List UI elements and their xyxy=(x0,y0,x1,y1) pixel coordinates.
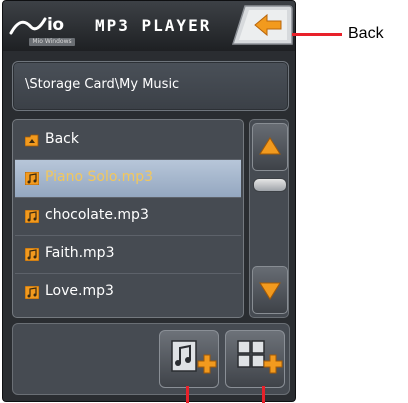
add-playlist-callout-line xyxy=(262,386,265,403)
list-item[interactable]: chocolate.mp3 xyxy=(15,198,241,236)
mio-logo: io Mio Windows xyxy=(9,9,79,46)
list-item-label: chocolate.mp3 xyxy=(45,207,149,223)
music-file-icon xyxy=(25,172,39,185)
list-item-label: Back xyxy=(45,131,79,147)
scrollbar[interactable] xyxy=(249,119,289,318)
bottom-toolbar xyxy=(12,323,290,395)
current-path-display: \Storage Card\My Music xyxy=(12,61,289,111)
back-callout-label: Back xyxy=(348,25,384,42)
current-path-text: \Storage Card\My Music xyxy=(25,77,180,92)
folder-up-icon xyxy=(25,134,39,147)
logo-swoosh-icon xyxy=(9,17,47,35)
page-title: MP3 PLAYER xyxy=(95,16,212,35)
back-arrow-icon xyxy=(231,5,293,45)
music-file-icon xyxy=(25,248,39,261)
scroll-up-button[interactable] xyxy=(252,123,288,171)
arrow-down-icon xyxy=(259,282,281,300)
add-song-button[interactable] xyxy=(159,330,219,388)
list-item[interactable]: Love.mp3 xyxy=(15,274,241,311)
list-item-back[interactable]: Back xyxy=(15,122,241,160)
add-playlist-button[interactable] xyxy=(225,330,285,388)
file-list: Back Piano Solo.mp3 chocolate.mp3 Faith.… xyxy=(12,119,244,318)
music-file-icon xyxy=(25,286,39,299)
add-playlist-icon xyxy=(237,340,283,374)
list-item-label: Faith.mp3 xyxy=(45,245,115,261)
add-song-icon xyxy=(171,340,217,374)
header-bar: io Mio Windows MP3 PLAYER xyxy=(3,1,295,51)
music-file-icon xyxy=(25,210,39,223)
arrow-up-icon xyxy=(259,137,281,155)
back-button[interactable] xyxy=(231,4,293,46)
scroll-thumb[interactable] xyxy=(253,178,287,192)
logo-text: io xyxy=(47,15,64,35)
list-item[interactable]: Faith.mp3 xyxy=(15,236,241,274)
add-song-callout-line xyxy=(186,386,189,403)
back-callout-line xyxy=(292,33,342,36)
list-item-label: Love.mp3 xyxy=(45,283,114,299)
list-item-selected[interactable]: Piano Solo.mp3 xyxy=(15,160,241,198)
mp3-player-window: io Mio Windows MP3 PLAYER \Storage Card\… xyxy=(2,0,296,402)
scroll-down-button[interactable] xyxy=(252,266,288,314)
logo-subtext: Mio Windows xyxy=(29,38,75,46)
list-item-label: Piano Solo.mp3 xyxy=(45,169,154,185)
